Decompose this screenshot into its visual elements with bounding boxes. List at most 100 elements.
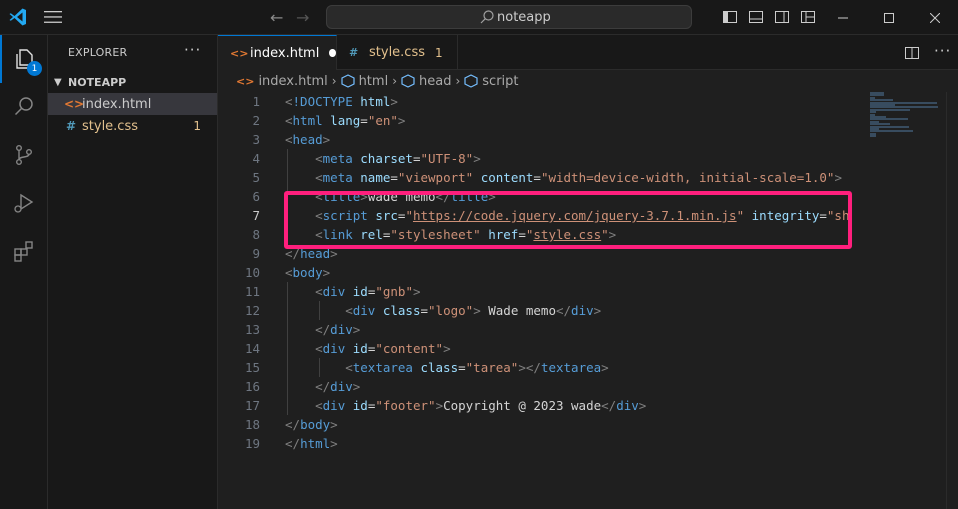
code-line[interactable]: 3 <head> bbox=[218, 130, 862, 149]
close-button[interactable] bbox=[912, 0, 958, 35]
search-text: noteapp bbox=[497, 10, 551, 25]
line-number: 5 bbox=[252, 170, 260, 185]
tab-label: index.html bbox=[250, 45, 320, 61]
more-actions-icon[interactable]: ··· bbox=[184, 41, 201, 59]
activity-explorer[interactable]: 1 bbox=[0, 35, 48, 83]
line-code: <html lang="en"> bbox=[285, 113, 406, 128]
command-center-search[interactable]: noteapp bbox=[326, 5, 692, 29]
run-debug-icon bbox=[14, 193, 34, 213]
title-bar: ← → noteapp bbox=[0, 0, 958, 35]
menu-icon[interactable] bbox=[44, 10, 62, 24]
tab-index-html[interactable]: <> index.html bbox=[218, 35, 337, 70]
breadcrumb: <> index.html › html › head › script bbox=[218, 70, 958, 92]
chevron-right-icon: › bbox=[455, 74, 461, 88]
explorer-title: EXPLORER bbox=[68, 46, 128, 59]
file-name: style.css bbox=[82, 118, 138, 134]
code-line[interactable]: 16 </div> bbox=[218, 377, 862, 396]
code-line[interactable]: 15 <textarea class="tarea"></textarea> bbox=[218, 358, 862, 377]
tab-style-css[interactable]: # style.css 1 bbox=[337, 35, 458, 70]
line-code: <meta name="viewport" content="width=dev… bbox=[315, 170, 842, 185]
line-number: 14 bbox=[244, 341, 260, 356]
activity-bar: 1 bbox=[0, 35, 48, 509]
back-arrow-icon[interactable]: ← bbox=[270, 8, 283, 27]
more-actions-icon[interactable]: ··· bbox=[934, 42, 951, 60]
extensions-icon bbox=[14, 241, 33, 262]
code-editor[interactable]: 1 <!DOCTYPE html> 2 <html lang="en"> 3 <head>… bbox=[218, 92, 862, 509]
file-item-style-css[interactable]: # style.css 1 bbox=[48, 115, 217, 137]
line-number: 18 bbox=[244, 417, 260, 432]
code-line[interactable]: 13 </div> bbox=[218, 320, 862, 339]
folder-name: NOTEAPP bbox=[68, 75, 127, 89]
unsaved-dot-icon[interactable] bbox=[329, 49, 336, 57]
symbol-element-icon bbox=[401, 74, 415, 88]
activity-source-control[interactable] bbox=[0, 131, 48, 179]
code-line[interactable]: 18 </body> bbox=[218, 415, 862, 434]
code-line[interactable]: 14 <div id="content"> bbox=[218, 339, 862, 358]
line-code: </div> bbox=[315, 379, 361, 394]
forward-arrow-icon[interactable]: → bbox=[296, 8, 309, 27]
minimap-line bbox=[870, 130, 914, 133]
line-number: 3 bbox=[252, 132, 260, 147]
minimize-icon bbox=[838, 17, 848, 18]
explorer-sidebar: EXPLORER ··· ▼ NOTEAPP <> index.html # s… bbox=[48, 35, 218, 509]
source-control-icon bbox=[15, 145, 32, 166]
split-editor-icon[interactable] bbox=[904, 45, 920, 61]
minimap[interactable] bbox=[862, 92, 946, 509]
vscode-logo-icon[interactable] bbox=[8, 7, 28, 27]
minimize-button[interactable] bbox=[820, 0, 866, 35]
activity-run-debug[interactable] bbox=[0, 179, 48, 227]
code-line[interactable]: 10 <body> bbox=[218, 263, 862, 282]
problem-count: 1 bbox=[193, 119, 201, 133]
breadcrumb-file[interactable]: <> index.html bbox=[236, 74, 328, 89]
line-number: 16 bbox=[244, 379, 260, 394]
line-code: <!DOCTYPE html> bbox=[285, 94, 398, 109]
toggle-panel-icon[interactable] bbox=[748, 9, 764, 25]
activity-search[interactable] bbox=[0, 83, 48, 131]
close-icon bbox=[930, 12, 940, 23]
code-line[interactable]: 4 <meta charset="UTF-8"> bbox=[218, 149, 862, 168]
line-number: 7 bbox=[252, 208, 260, 223]
line-number: 8 bbox=[252, 227, 260, 242]
vertical-scrollbar[interactable] bbox=[946, 92, 958, 509]
chevron-down-icon: ▼ bbox=[54, 76, 62, 88]
line-number: 17 bbox=[244, 398, 260, 413]
line-code: <textarea class="tarea"></textarea> bbox=[345, 360, 609, 375]
customize-layout-icon[interactable] bbox=[800, 9, 816, 25]
maximize-button[interactable] bbox=[866, 0, 912, 35]
line-code: <div id="footer">Copyright @ 2023 wade</… bbox=[315, 398, 647, 413]
file-item-index-html[interactable]: <> index.html bbox=[48, 93, 217, 115]
breadcrumb-script[interactable]: script bbox=[464, 74, 519, 89]
chevron-right-icon: › bbox=[331, 74, 337, 88]
line-number: 6 bbox=[252, 189, 260, 204]
code-line[interactable]: 11 <div id="gnb"> bbox=[218, 282, 862, 301]
html-file-icon: <> bbox=[230, 46, 249, 60]
code-line[interactable]: 17 <div id="footer">Copyright @ 2023 wad… bbox=[218, 396, 862, 415]
line-number: 10 bbox=[244, 265, 260, 280]
code-line[interactable]: 5 <meta name="viewport" content="width=d… bbox=[218, 168, 862, 187]
line-code: <div id="gnb"> bbox=[315, 284, 421, 299]
code-line[interactable]: 2 <html lang="en"> bbox=[218, 111, 862, 130]
breadcrumb-html[interactable]: html bbox=[340, 74, 388, 89]
code-line[interactable]: 12 <div class="logo"> Wade memo</div> bbox=[218, 301, 862, 320]
code-line[interactable]: 1 <!DOCTYPE html> bbox=[218, 92, 862, 111]
line-number: 19 bbox=[244, 436, 260, 451]
folder-noteapp[interactable]: ▼ NOTEAPP bbox=[48, 71, 217, 93]
breadcrumb-head[interactable]: head bbox=[401, 74, 451, 89]
html-file-icon: <> bbox=[64, 97, 85, 111]
line-number: 2 bbox=[252, 113, 260, 128]
toggle-secondary-sidebar-icon[interactable] bbox=[774, 9, 790, 25]
activity-extensions[interactable] bbox=[0, 227, 48, 275]
line-number: 11 bbox=[244, 284, 260, 299]
search-icon bbox=[14, 97, 33, 116]
css-file-icon: # bbox=[349, 46, 359, 59]
toggle-primary-sidebar-icon[interactable] bbox=[722, 9, 738, 25]
tab-label: style.css bbox=[369, 45, 425, 60]
search-icon bbox=[480, 10, 494, 24]
explorer-badge: 1 bbox=[27, 61, 42, 76]
code-line[interactable]: 19 </html> bbox=[218, 434, 862, 453]
line-code: <div class="logo"> Wade memo</div> bbox=[345, 303, 602, 318]
problem-count: 1 bbox=[435, 45, 443, 60]
line-code: <meta charset="UTF-8"> bbox=[315, 151, 481, 166]
html-file-icon: <> bbox=[236, 74, 255, 88]
line-number: 13 bbox=[244, 322, 260, 337]
